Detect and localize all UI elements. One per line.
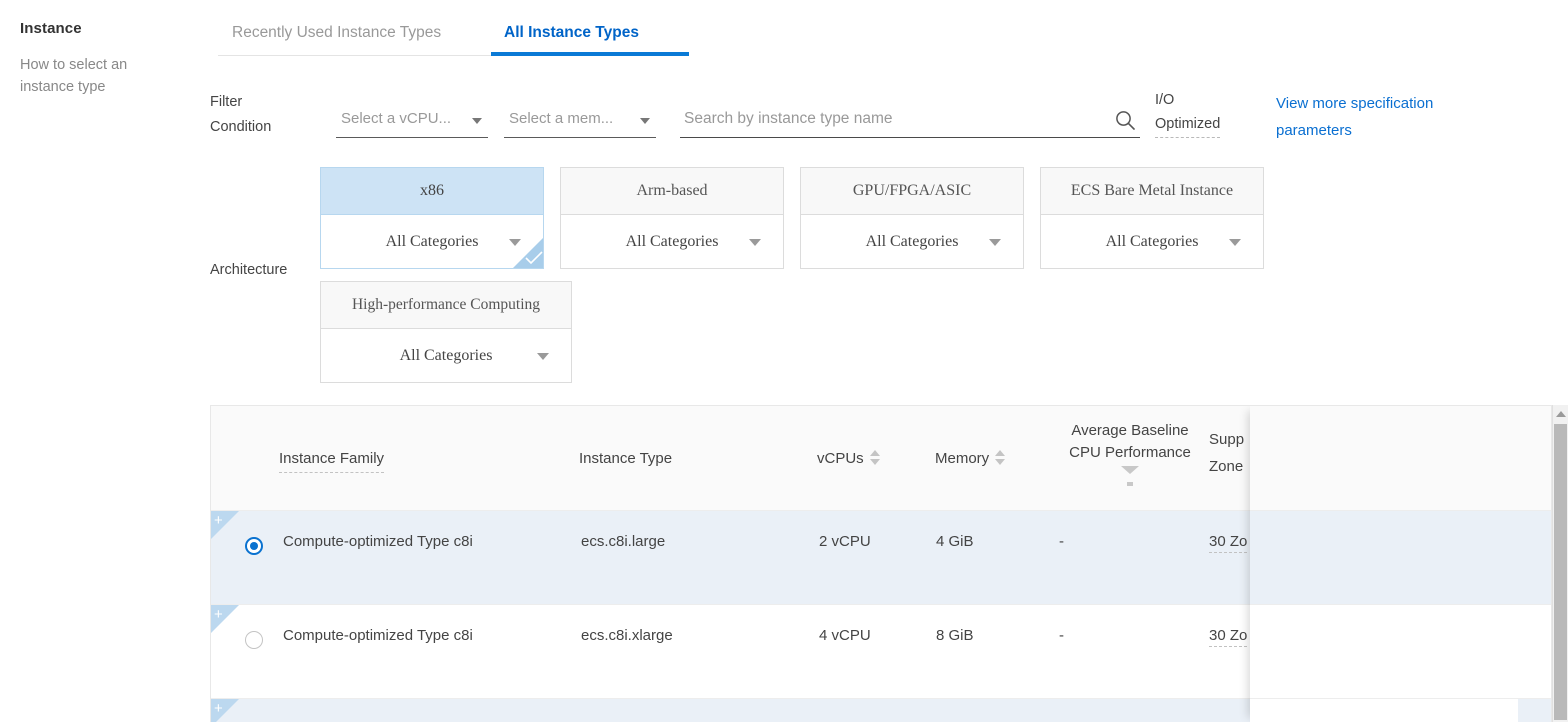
cell-memory: 4 GiB	[936, 533, 974, 550]
search-input[interactable]: Search by instance type name	[680, 108, 1140, 138]
io-optimized-line2: Optimized	[1155, 112, 1221, 138]
architecture-card-title: x86	[321, 168, 543, 215]
sort-icon[interactable]	[1474, 450, 1486, 466]
architecture-category-select[interactable]: All Categories	[321, 215, 543, 268]
architecture-card-x86[interactable]: x86 All Categories	[320, 167, 544, 269]
architecture-card-title: Arm-based	[561, 168, 783, 215]
architecture-card-ecs-bare-metal-instance[interactable]: ECS Bare Metal Instance All Categories	[1040, 167, 1264, 269]
architecture-card-gpu-fpga-asic[interactable]: GPU/FPGA/ASIC All Categories	[800, 167, 1024, 269]
cell-instance-type: ecs.c8i.large	[581, 533, 666, 550]
instance-type-selector-page: Instance How to select an instance type …	[0, 0, 1568, 722]
chevron-up-icon	[1556, 411, 1566, 417]
expand-corner-badge[interactable]: +	[211, 605, 239, 633]
scroll-up-button[interactable]	[1553, 405, 1568, 422]
filter-condition-label: Filter Condition	[210, 90, 330, 140]
filter-condition-label-line2: Condition	[210, 119, 272, 135]
scrollbar-thumb[interactable]	[1554, 424, 1567, 720]
architecture-category-select[interactable]: All Categories	[321, 329, 571, 382]
chevron-down-icon	[989, 239, 1001, 246]
page-title: Instance	[20, 20, 82, 37]
cell-instance-type: ecs.c8i.xlarge	[581, 627, 673, 644]
tab-active-indicator	[491, 52, 689, 56]
view-more-line2: parameters	[1276, 122, 1352, 139]
vcpu-select-placeholder: Select a vCPU...	[341, 110, 452, 127]
search-input-placeholder: Search by instance type name	[684, 110, 893, 127]
column-header-instance-family[interactable]: Instance Family	[279, 448, 385, 473]
architecture-category-value: All Categories	[865, 233, 959, 250]
architecture-category-value: All Categories	[399, 347, 493, 364]
table-row[interactable]: + Compute-optimized Type c8i ecs.c8i.xla…	[211, 605, 1551, 699]
filter-condition-label-line1: Filter	[210, 94, 243, 110]
chevron-down-icon	[472, 118, 482, 124]
architecture-card-title: High-performance Computing	[321, 282, 571, 329]
cell-instance-family: Compute-optimized Type c8i	[283, 627, 473, 644]
cell-supported-zone: 30 Zo	[1209, 533, 1248, 553]
table-row[interactable]: + Compute-optimized Type c8i ecs.c8i.2xl…	[211, 699, 1551, 722]
search-icon[interactable]	[1114, 109, 1136, 131]
vcpu-select[interactable]: Select a vCPU...	[336, 108, 488, 138]
cell-supported-zone: 30 Zo	[1209, 627, 1248, 647]
column-header-supported-zone: Supp Zone	[1209, 431, 1245, 475]
memory-select-placeholder: Select a mem...	[509, 110, 614, 127]
chevron-down-icon	[537, 353, 549, 360]
architecture-category-select[interactable]: All Categories	[1041, 215, 1263, 268]
architecture-category-value: All Categories	[625, 233, 719, 250]
io-optimized-line1: I/O	[1155, 92, 1175, 108]
architecture-card-title: GPU/FPGA/ASIC	[801, 168, 1023, 215]
cell-vcpus: 4 vCPU	[819, 627, 871, 644]
left-rail: Instance How to select an instance type	[0, 0, 210, 722]
architecture-card-arm-based[interactable]: Arm-based All Categories	[560, 167, 784, 269]
architecture-category-value: All Categories	[385, 233, 479, 250]
memory-select[interactable]: Select a mem...	[504, 108, 656, 138]
tab-recently-used-instance-types[interactable]: Recently Used Instance Types	[218, 12, 455, 56]
chevron-down-icon	[1229, 239, 1241, 246]
cell-instance-family: Compute-optimized Type c8i	[283, 533, 473, 550]
table-body: + Compute-optimized Type c8i ecs.c8i.lar…	[211, 511, 1551, 722]
cell-cpu-performance: -	[1059, 533, 1064, 550]
column-header-memory[interactable]: Memory	[935, 448, 1006, 470]
row-radio[interactable]	[245, 537, 263, 555]
architecture-category-value: All Categories	[1105, 233, 1199, 250]
sort-icon[interactable]	[995, 450, 1006, 466]
architecture-label: Architecture	[210, 262, 288, 278]
filter-funnel-icon[interactable]	[1121, 466, 1139, 486]
chevron-down-icon	[749, 239, 761, 246]
io-optimized-label: I/O Optimized	[1155, 88, 1263, 138]
architecture-card-title: ECS Bare Metal Instance	[1041, 168, 1263, 215]
cell-cpu-performance: -	[1059, 627, 1064, 644]
table-vertical-scrollbar[interactable]	[1552, 405, 1568, 722]
cell-vcpus: 2 vCPU	[819, 533, 871, 550]
instance-type-table: Instance Family Instance Type vCPUs Memo…	[210, 405, 1552, 722]
row-radio[interactable]	[245, 631, 263, 649]
cell-memory: 8 GiB	[936, 627, 974, 644]
tab-bar: Recently Used Instance Types All Instanc…	[212, 12, 1552, 58]
selected-check-badge	[513, 238, 543, 268]
view-more-specification-parameters-link[interactable]: View more specification parameters	[1276, 90, 1526, 144]
tab-all-instance-types[interactable]: All Instance Types	[490, 12, 653, 56]
expand-corner-badge[interactable]: +	[211, 699, 239, 722]
column-header-instance-type: Instance Type	[579, 450, 673, 467]
help-link-how-to-select[interactable]: How to select an instance type	[20, 54, 185, 98]
column-header-average-baseline-cpu-performance[interactable]: Average Baseline CPU Performance	[1057, 420, 1203, 486]
column-header-reference-price[interactable]: Reference Price	[1361, 448, 1486, 473]
table-header-row: Instance Family Instance Type vCPUs Memo…	[211, 406, 1551, 511]
architecture-card-high-performance-computing[interactable]: High-performance Computing All Categorie…	[320, 281, 572, 383]
chevron-down-icon	[640, 118, 650, 124]
column-header-vcpus[interactable]: vCPUs	[817, 448, 881, 470]
expand-corner-badge[interactable]: +	[211, 511, 239, 539]
architecture-category-select[interactable]: All Categories	[561, 215, 783, 268]
view-more-line1: View more specification	[1276, 95, 1434, 112]
sort-icon[interactable]	[869, 450, 881, 466]
architecture-category-select[interactable]: All Categories	[801, 215, 1023, 268]
table-row[interactable]: + Compute-optimized Type c8i ecs.c8i.lar…	[211, 511, 1551, 605]
